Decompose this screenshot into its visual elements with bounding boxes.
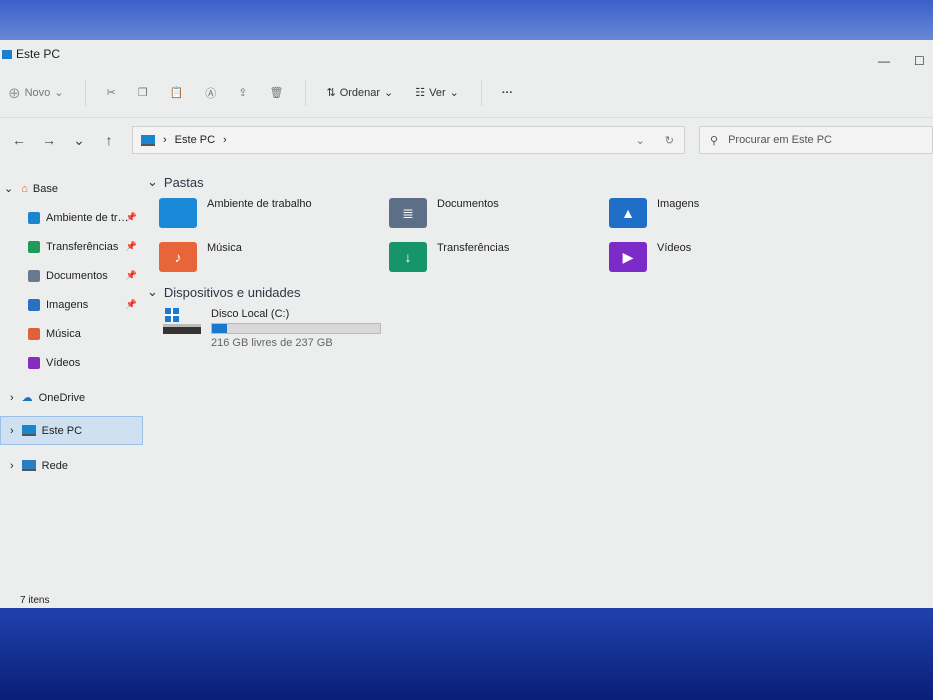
folder-item[interactable]: ≣ Documentos bbox=[389, 198, 609, 228]
chevron-down-icon: ⌄ bbox=[147, 174, 158, 189]
folder-item[interactable]: ♪ Música bbox=[159, 242, 389, 272]
chevron-down-icon: ⌄ bbox=[147, 284, 158, 299]
sidebar-item-rede[interactable]: › Rede bbox=[0, 451, 145, 480]
folder-icon: ≣ bbox=[389, 198, 427, 228]
cut-icon[interactable]: ✂ bbox=[106, 86, 115, 99]
sidebar-item-home[interactable]: ⌄ ⌂ Base bbox=[0, 174, 145, 203]
section-devices[interactable]: ⌄ Dispositivos e unidades bbox=[147, 284, 933, 300]
new-button[interactable]: ⊕ Novo ⌄ bbox=[8, 84, 63, 102]
address-dropdown-icon[interactable]: ⌄ bbox=[636, 134, 645, 147]
chevron-down-icon[interactable]: ⌄ bbox=[4, 182, 13, 195]
file-explorer-window: Este PC — ☐ ⊕ Novo ⌄ ✂ ❐ 📋 Ⓐ ⇪ 🗑 ⇅ Ordenar… bbox=[0, 40, 933, 608]
drive-usage-bar bbox=[211, 323, 381, 334]
chevron-right-icon[interactable]: › bbox=[10, 392, 14, 404]
content-area: ⌄ Pastas Ambiente de trabalho ≣ Documentos ▲… bbox=[145, 174, 933, 349]
folder-icon: ↓ bbox=[389, 242, 427, 272]
pin-icon[interactable]: 📌 bbox=[126, 299, 137, 310]
divider bbox=[85, 79, 87, 106]
plus-circle-icon: ⊕ bbox=[8, 84, 21, 102]
sidebar-item-este-pc[interactable]: › Este PC bbox=[0, 416, 143, 445]
breadcrumb-este-pc[interactable]: Este PC bbox=[175, 134, 215, 146]
status-bar-item-count: 7 itens bbox=[20, 595, 50, 606]
pin-icon[interactable]: 📌 bbox=[126, 241, 137, 252]
sidebar-item-quick[interactable]: Ambiente de tr… 📌 bbox=[0, 203, 145, 232]
folder-icon: ▶ bbox=[609, 242, 647, 272]
search-input[interactable]: ⚲ Procurar em Este PC bbox=[699, 126, 933, 154]
drive-icon bbox=[163, 308, 201, 340]
network-icon bbox=[21, 460, 36, 471]
minimize-button[interactable]: — bbox=[878, 54, 890, 68]
recent-button[interactable]: ⌄ bbox=[64, 132, 94, 149]
command-bar: ⊕ Novo ⌄ ✂ ❐ 📋 Ⓐ ⇪ 🗑 ⇅ Ordenar ⌄ ☷ Ver ⌄ ··… bbox=[0, 68, 933, 118]
pin-icon[interactable]: 📌 bbox=[126, 270, 137, 281]
this-pc-icon bbox=[2, 49, 12, 59]
folder-item[interactable]: ▶ Vídeos bbox=[609, 242, 809, 272]
view-button[interactable]: ☷ Ver ⌄ bbox=[415, 86, 459, 100]
folder-item[interactable]: ▲ Imagens bbox=[609, 198, 809, 228]
breadcrumb-separator[interactable]: › bbox=[223, 134, 227, 146]
title-bar: Este PC — ☐ bbox=[0, 40, 933, 68]
folder-icon: ♪ bbox=[159, 242, 197, 272]
folder-icon bbox=[28, 327, 40, 340]
folder-item[interactable]: ↓ Transferências bbox=[389, 242, 609, 272]
folder-icon bbox=[28, 211, 40, 224]
rename-icon[interactable]: Ⓐ bbox=[205, 85, 216, 101]
view-icon: ☷ bbox=[415, 87, 426, 99]
more-button[interactable]: ··· bbox=[502, 87, 513, 99]
share-icon[interactable]: ⇪ bbox=[238, 86, 247, 99]
divider bbox=[480, 79, 482, 106]
folders-grid: Ambiente de trabalho ≣ Documentos ▲ Imagens ♪… bbox=[159, 198, 933, 272]
drive-c[interactable]: Disco Local (C:) 216 GB livres de 237 GB bbox=[163, 308, 933, 349]
maximize-button[interactable]: ☐ bbox=[914, 54, 925, 68]
address-bar[interactable]: › Este PC › ⌄ ↻ bbox=[132, 126, 685, 154]
navigation-bar: ← → ⌄ ↑ › Este PC › ⌄ ↻ ⚲ Procurar em Est… bbox=[0, 118, 933, 162]
sort-button[interactable]: ⇅ Ordenar ⌄ bbox=[326, 86, 393, 100]
paste-icon[interactable]: 📋 bbox=[170, 86, 184, 99]
folder-icon bbox=[28, 240, 40, 253]
divider bbox=[305, 79, 307, 106]
folder-icon: ▲ bbox=[609, 198, 647, 228]
folder-icon bbox=[159, 198, 197, 228]
copy-icon[interactable]: ❐ bbox=[138, 86, 148, 99]
forward-button[interactable]: → bbox=[34, 132, 64, 148]
delete-icon[interactable]: 🗑 bbox=[270, 86, 284, 99]
sidebar-item-quick[interactable]: Documentos 📌 bbox=[0, 261, 145, 290]
folder-icon bbox=[28, 298, 40, 311]
refresh-icon[interactable]: ↻ bbox=[665, 134, 674, 147]
search-placeholder: Procurar em Este PC bbox=[728, 134, 832, 146]
chevron-right-icon[interactable]: › bbox=[10, 460, 14, 472]
window-title: Este PC bbox=[16, 47, 61, 61]
monitor-icon bbox=[141, 134, 155, 146]
folder-icon bbox=[28, 269, 40, 282]
drive-name: Disco Local (C:) bbox=[211, 308, 290, 320]
sidebar-item-quick[interactable]: Vídeos bbox=[0, 348, 145, 377]
folder-item[interactable]: Ambiente de trabalho bbox=[159, 198, 389, 228]
pin-icon[interactable]: 📌 bbox=[126, 212, 137, 223]
back-button[interactable]: ← bbox=[4, 132, 34, 148]
folder-icon bbox=[28, 356, 40, 369]
sort-icon: ⇅ bbox=[326, 87, 336, 99]
cloud-icon: ☁ bbox=[21, 392, 33, 404]
drive-usage-fill bbox=[212, 324, 227, 333]
section-folders[interactable]: ⌄ Pastas bbox=[147, 174, 933, 190]
breadcrumb-separator: › bbox=[163, 134, 167, 146]
up-button[interactable]: ↑ bbox=[94, 132, 124, 148]
sidebar-item-quick[interactable]: Música bbox=[0, 319, 145, 348]
sidebar-item-quick[interactable]: Imagens 📌 bbox=[0, 290, 145, 319]
monitor-icon bbox=[21, 425, 36, 436]
search-icon: ⚲ bbox=[710, 134, 719, 147]
navigation-pane: ⌄ ⌂ Base Ambiente de tr… 📌 Transferências 📌 Do… bbox=[0, 174, 145, 480]
home-icon: ⌂ bbox=[21, 182, 28, 195]
sidebar-item-onedrive[interactable]: › ☁ OneDrive bbox=[0, 383, 145, 412]
drive-free-space: 216 GB livres de 237 GB bbox=[211, 337, 333, 349]
chevron-right-icon[interactable]: › bbox=[10, 425, 14, 437]
sidebar-item-quick[interactable]: Transferências 📌 bbox=[0, 232, 145, 261]
